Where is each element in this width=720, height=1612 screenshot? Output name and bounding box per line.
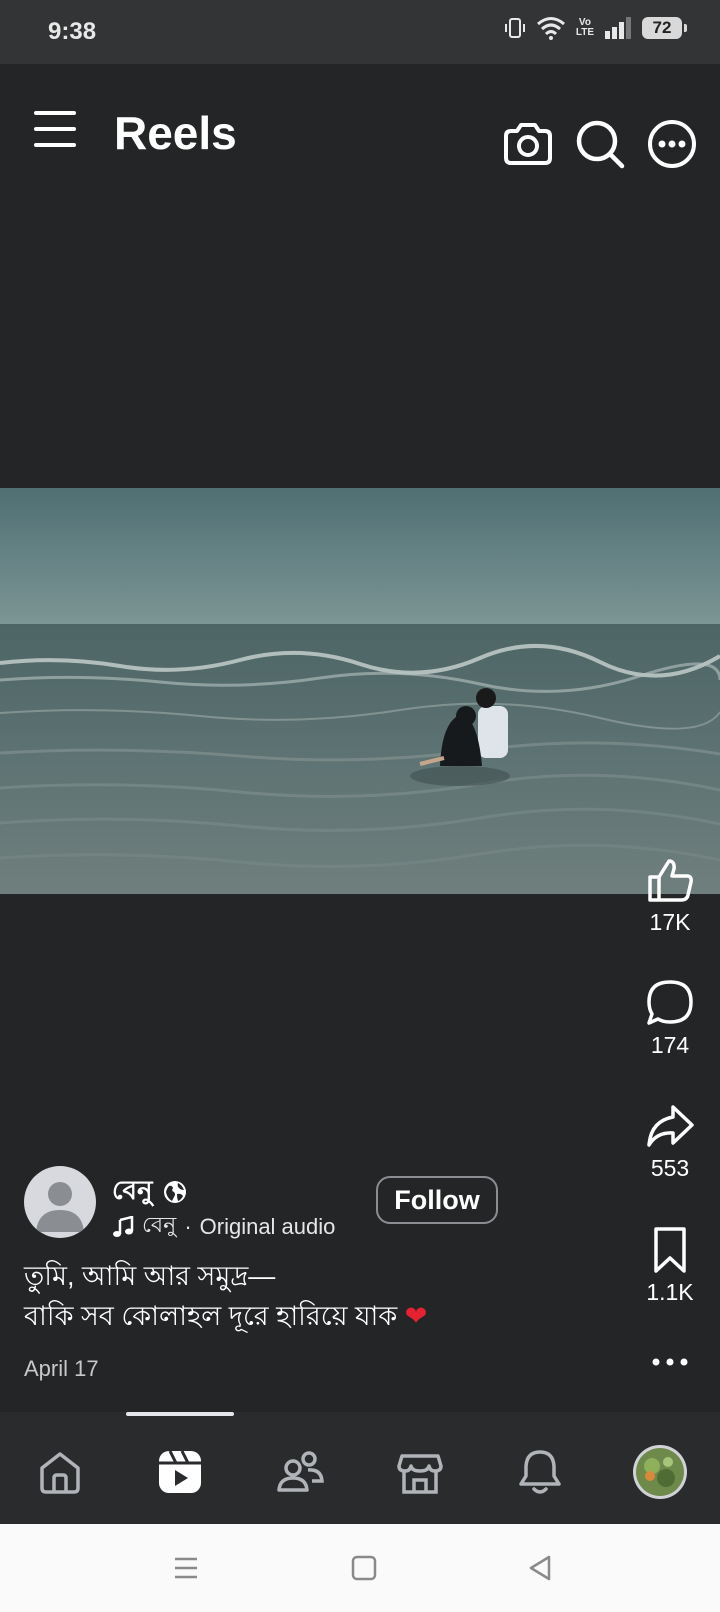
save-count: 1.1K: [646, 1279, 694, 1305]
bottom-nav: [0, 1412, 720, 1524]
volte-bottom: LTE: [575, 27, 594, 38]
nav-marketplace[interactable]: [390, 1442, 450, 1502]
vibrate-icon: [504, 18, 525, 38]
nav-reels[interactable]: [150, 1442, 210, 1502]
share-icon[interactable]: [645, 1101, 695, 1151]
audio-label: Original audio: [199, 1213, 336, 1239]
reel-video[interactable]: [0, 488, 720, 894]
nav-friends[interactable]: [270, 1442, 330, 1502]
profile-avatar[interactable]: [632, 1444, 688, 1500]
more-options[interactable]: [620, 1352, 720, 1372]
audio-line[interactable]: বেনু · Original audio: [112, 1208, 335, 1245]
comment-icon[interactable]: [645, 978, 695, 1028]
globe-icon: [163, 1181, 186, 1203]
search-icon[interactable]: [574, 118, 626, 170]
status-bar: 9:38 Vo LTE 72: [0, 0, 720, 64]
audio-author: বেনু: [142, 1212, 177, 1237]
comment-count: 174: [650, 1032, 690, 1058]
system-nav-bar: [0, 1524, 720, 1612]
post-date: April 17: [24, 1356, 99, 1381]
nav-profile[interactable]: [630, 1442, 690, 1502]
audio-separator: ·: [184, 1213, 192, 1239]
share-action[interactable]: 553: [620, 1101, 720, 1182]
post-caption[interactable]: তুমি, আমি আর সমুদ্র— বাকি সব কোলাহল দূরে…: [24, 1256, 584, 1336]
caption-line-2-text: বাকি সব কোলাহল দূরে হারিয়ে যাক: [24, 1301, 398, 1331]
bookmark-icon[interactable]: [645, 1225, 695, 1275]
save-action[interactable]: 1.1K: [620, 1225, 720, 1306]
notifications-icon[interactable]: [516, 1448, 564, 1496]
like-count: 17K: [649, 909, 691, 935]
default-avatar-icon: [36, 1182, 84, 1232]
like-action[interactable]: 17K: [620, 855, 720, 936]
signal-icon: [605, 17, 631, 39]
friends-icon[interactable]: [275, 1448, 325, 1496]
wifi-icon: [536, 17, 565, 40]
like-icon[interactable]: [645, 855, 695, 905]
battery-level: 72: [652, 18, 672, 37]
heart-emoji: ❤: [404, 1301, 428, 1331]
music-note-icon: [113, 1215, 134, 1237]
status-icons: Vo LTE 72: [504, 16, 687, 40]
caption-line-1: তুমি, আমি আর সমুদ্র—: [24, 1261, 276, 1291]
status-time: 9:38: [48, 18, 97, 45]
recents-icon[interactable]: [172, 1554, 200, 1582]
marketplace-icon[interactable]: [396, 1448, 444, 1496]
author-avatar[interactable]: [24, 1166, 96, 1238]
nav-notifications[interactable]: [510, 1442, 570, 1502]
follow-button[interactable]: Follow: [376, 1176, 498, 1224]
camera-icon[interactable]: [502, 118, 554, 170]
caption-line-2: বাকি সব কোলাহল দূরে হারিয়ে যাক ❤: [24, 1296, 584, 1336]
battery-icon: 72: [642, 17, 687, 39]
more-horizontal-icon[interactable]: [646, 118, 698, 170]
volte-indicator: Vo LTE: [576, 18, 594, 38]
beach-scene: [0, 488, 720, 894]
home-button-icon[interactable]: [350, 1554, 378, 1582]
nav-home[interactable]: [30, 1442, 90, 1502]
back-icon[interactable]: [526, 1554, 554, 1582]
reels-icon[interactable]: [156, 1448, 204, 1496]
comment-action[interactable]: 174: [620, 978, 720, 1059]
more-dots-icon[interactable]: [645, 1352, 695, 1372]
home-icon[interactable]: [36, 1448, 84, 1496]
share-count: 553: [650, 1155, 690, 1181]
menu-icon[interactable]: [34, 110, 76, 148]
page-title: Reels: [114, 107, 237, 159]
active-tab-indicator: [126, 1412, 234, 1416]
